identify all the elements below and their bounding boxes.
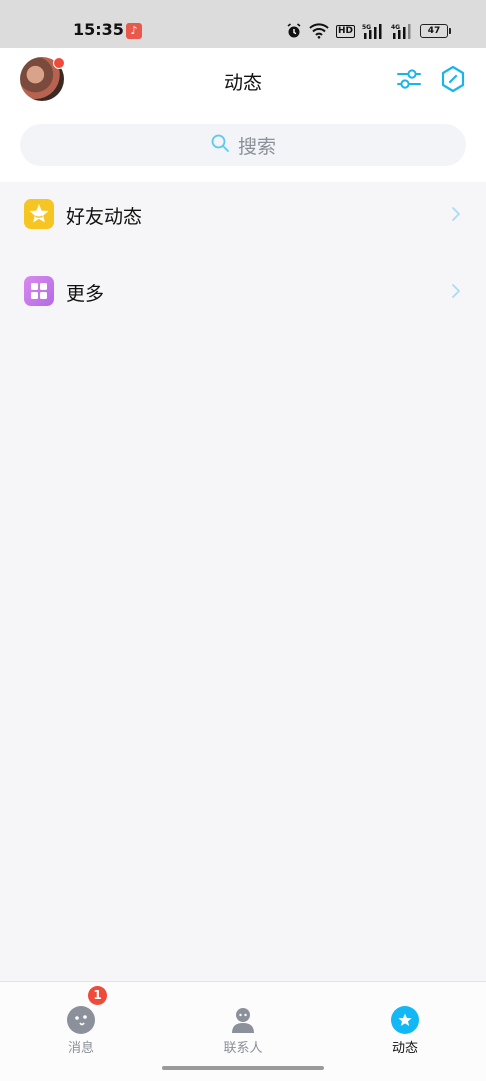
contacts-icon xyxy=(229,1006,257,1034)
status-time: 15:35 xyxy=(73,20,124,39)
search-icon xyxy=(210,133,230,157)
search-placeholder: 搜索 xyxy=(237,135,276,158)
feed-list: 好友动态 更多 xyxy=(0,182,486,336)
chevron-right-icon xyxy=(450,206,462,222)
tab-messages[interactable]: 消息 xyxy=(36,1006,126,1056)
tab-label: 动态 xyxy=(391,1041,418,1056)
list-item-friend-feed[interactable]: 好友动态 xyxy=(0,182,486,259)
wifi-icon xyxy=(309,23,329,39)
star-icon xyxy=(24,199,54,229)
tab-contacts[interactable]: 联系人 xyxy=(198,1006,288,1056)
status-bar: 15:35 ♪ HD 5G 4G 47 xyxy=(0,0,486,48)
header: 动态 搜索 xyxy=(0,48,486,182)
list-item-label: 好友动态 xyxy=(66,206,143,228)
battery-icon: 47 xyxy=(420,24,451,38)
tab-label: 联系人 xyxy=(223,1041,263,1056)
signal-5g-icon: 5G xyxy=(362,23,384,39)
search-bar[interactable]: 搜索 xyxy=(20,124,466,166)
home-indicator[interactable] xyxy=(162,1066,324,1070)
tab-label: 消息 xyxy=(67,1041,94,1056)
chevron-right-icon xyxy=(450,283,462,299)
list-item-more[interactable]: 更多 xyxy=(0,259,486,336)
music-app-icon: ♪ xyxy=(126,23,142,39)
list-item-label: 更多 xyxy=(66,283,105,305)
hd-badge: HD xyxy=(335,24,355,38)
hexagon-icon[interactable] xyxy=(440,65,466,93)
unread-badge: 1 xyxy=(88,986,107,1005)
feed-star-icon xyxy=(391,1006,419,1034)
grid-icon xyxy=(24,276,54,306)
status-icons: HD 5G 4G 47 xyxy=(286,22,451,40)
signal-4g-icon: 4G xyxy=(391,23,413,39)
message-icon xyxy=(67,1006,95,1034)
svg-text:4G: 4G xyxy=(391,24,400,31)
svg-text:5G: 5G xyxy=(362,24,371,31)
filter-settings-icon[interactable] xyxy=(396,66,422,92)
tab-feed[interactable]: 动态 xyxy=(360,1006,450,1056)
alarm-icon xyxy=(286,23,302,39)
